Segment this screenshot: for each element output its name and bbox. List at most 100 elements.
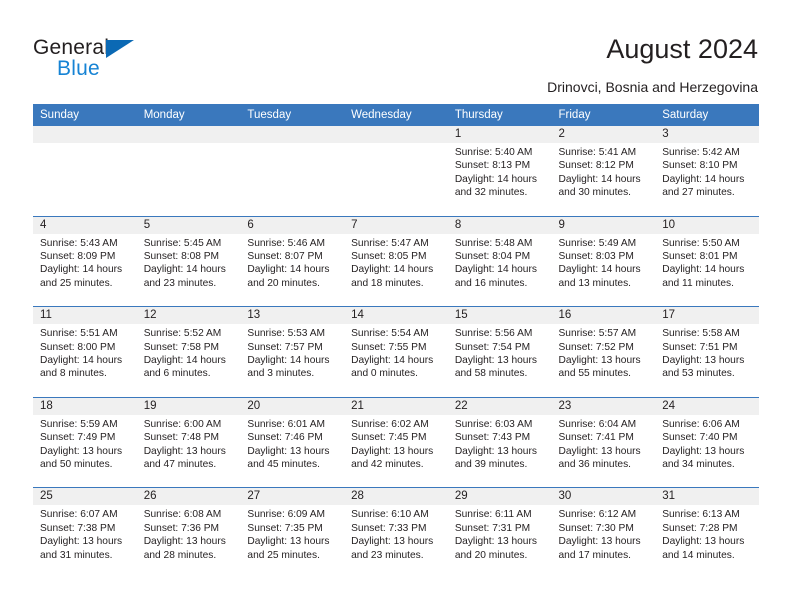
calendar-day-cell[interactable]: 23 Sunrise: 6:04 AM Sunset: 7:41 PM Dayligh… [551,396,656,488]
calendar-day-cell[interactable]: 17 Sunrise: 5:58 AM Sunset: 7:51 PM Dayligh… [655,306,759,398]
generalblue-logo[interactable]: General Blue [33,36,233,86]
calendar-day-cell[interactable]: 19 Sunrise: 6:00 AM Sunset: 7:48 PM Dayligh… [136,396,241,488]
logo-text-blue: Blue [57,57,100,80]
day-cell-inner: 29 Sunrise: 6:11 AM Sunset: 7:31 PM Dayligh… [447,488,552,578]
sunset-time: Sunset: 7:41 PM [558,432,634,444]
calendar-day-cell[interactable]: 15 Sunrise: 5:56 AM Sunset: 7:54 PM Dayligh… [447,306,552,398]
sunset-time: Sunset: 7:52 PM [558,341,634,353]
calendar-day-cell[interactable]: 30 Sunrise: 6:12 AM Sunset: 7:30 PM Dayligh… [551,487,656,578]
calendar-day-cell[interactable]: 10 Sunrise: 5:50 AM Sunset: 8:01 PM Dayligh… [655,215,759,307]
day-cell-details: Sunrise: 5:59 AM Sunset: 7:49 PM Daylight:… [33,415,137,472]
daylight-duration-line2: and 47 minutes. [143,459,217,470]
day-number: 27 [240,488,345,506]
daylight-duration-line1: Daylight: 14 hours [143,355,226,366]
sunrise-time: Sunrise: 5:48 AM [454,237,533,249]
daylight-duration-line2: and 14 minutes. [662,549,735,561]
sunset-time: Sunset: 7:35 PM [247,522,323,534]
calendar-day-cell[interactable]: 18 Sunrise: 5:59 AM Sunset: 7:49 PM Dayligh… [33,396,137,488]
daylight-duration-line2: and 25 minutes. [40,277,113,289]
calendar-day-cell[interactable]: 5 Sunrise: 5:45 AM Sunset: 8:08 PM Daylight… [136,215,241,307]
calendar-day-cell[interactable]: 20 Sunrise: 6:01 AM Sunset: 7:46 PM Dayligh… [240,396,345,488]
calendar-day-cell[interactable]: 1 Sunrise: 5:40 AM Sunset: 8:13 PM Daylight… [447,126,552,217]
day-cell-inner: 3 Sunrise: 5:42 AM Sunset: 8:10 PM Daylight… [655,126,759,216]
calendar-day-cell[interactable]: 22 Sunrise: 6:03 AM Sunset: 7:43 PM Dayligh… [447,396,552,488]
calendar-day-cell[interactable]: 24 Sunrise: 6:06 AM Sunset: 7:40 PM Dayligh… [655,396,759,488]
sunset-time: Sunset: 8:05 PM [351,251,427,262]
daylight-duration-line2: and 18 minutes. [351,277,424,289]
calendar-day-cell[interactable]: 9 Sunrise: 5:49 AM Sunset: 8:03 PM Daylight… [551,215,656,307]
sunset-time: Sunset: 8:12 PM [558,160,634,172]
calendar-week-row: 1 Sunrise: 5:40 AM Sunset: 8:13 PM Daylight… [33,126,759,217]
weekday-header-friday: Friday [551,104,656,126]
day-cell-inner: 18 Sunrise: 5:59 AM Sunset: 7:49 PM Dayligh… [33,397,137,488]
daylight-duration-line1: Daylight: 13 hours [558,536,641,548]
sunrise-time: Sunrise: 5:51 AM [40,328,118,340]
day-number: 22 [447,397,552,415]
day-number [344,126,448,143]
sunrise-time: Sunrise: 6:06 AM [662,418,740,430]
calendar-day-cell[interactable]: 28 Sunrise: 6:10 AM Sunset: 7:33 PM Dayligh… [344,487,448,578]
calendar-day-cell[interactable]: 25 Sunrise: 6:07 AM Sunset: 7:38 PM Dayligh… [33,487,137,578]
calendar-empty-cell [136,126,241,217]
daylight-duration-line2: and 25 minutes. [247,549,320,561]
day-number: 12 [136,307,241,325]
calendar-day-cell[interactable]: 11 Sunrise: 5:51 AM Sunset: 8:00 PM Dayligh… [33,306,137,398]
weekday-header-saturday: Saturday [655,104,759,126]
day-cell-details: Sunrise: 5:49 AM Sunset: 8:03 PM Daylight:… [552,234,656,291]
calendar-day-cell[interactable]: 16 Sunrise: 5:57 AM Sunset: 7:52 PM Dayligh… [551,306,656,398]
calendar-day-cell[interactable]: 31 Sunrise: 6:13 AM Sunset: 7:28 PM Dayligh… [655,487,759,578]
daylight-duration-line1: Daylight: 13 hours [454,536,537,548]
day-number: 28 [344,488,448,506]
day-cell-inner [344,126,448,216]
sunrise-time: Sunrise: 5:40 AM [454,147,533,158]
day-number: 4 [33,216,137,234]
daylight-duration-line1: Daylight: 13 hours [247,445,330,457]
calendar-day-cell[interactable]: 21 Sunrise: 6:02 AM Sunset: 7:45 PM Dayligh… [344,396,448,488]
daylight-duration-line2: and 27 minutes. [662,187,735,199]
day-number: 5 [136,216,241,234]
sunrise-time: Sunrise: 6:02 AM [351,418,429,430]
calendar-day-cell[interactable]: 29 Sunrise: 6:11 AM Sunset: 7:31 PM Dayligh… [447,487,552,578]
calendar-page: General Blue August 2024 Drinovci, Bosni… [0,0,792,612]
day-cell-details: Sunrise: 5:45 AM Sunset: 8:08 PM Daylight:… [137,234,241,291]
sunrise-time: Sunrise: 6:01 AM [247,418,325,430]
day-cell-inner [33,126,137,216]
daylight-duration-line2: and 32 minutes. [454,187,528,199]
calendar-day-cell[interactable]: 14 Sunrise: 5:54 AM Sunset: 7:55 PM Dayligh… [344,306,448,398]
calendar-day-cell[interactable]: 3 Sunrise: 5:42 AM Sunset: 8:10 PM Daylight… [655,126,759,217]
sunrise-time: Sunrise: 6:12 AM [558,509,637,521]
calendar-day-cell[interactable]: 4 Sunrise: 5:43 AM Sunset: 8:09 PM Daylight… [33,215,137,307]
sunset-time: Sunset: 7:30 PM [558,522,634,534]
day-number: 17 [655,307,759,325]
day-cell-inner: 30 Sunrise: 6:12 AM Sunset: 7:30 PM Dayligh… [551,488,656,578]
day-cell-details: Sunrise: 6:03 AM Sunset: 7:43 PM Daylight:… [448,415,552,472]
calendar-week-row: 4 Sunrise: 5:43 AM Sunset: 8:09 PM Daylight… [33,215,759,307]
day-cell-details: Sunrise: 6:10 AM Sunset: 7:33 PM Daylight:… [344,505,448,562]
sunset-time: Sunset: 7:28 PM [662,522,738,534]
daylight-duration-line1: Daylight: 14 hours [40,355,123,366]
day-number: 24 [655,397,759,415]
calendar-day-cell[interactable]: 12 Sunrise: 5:52 AM Sunset: 7:58 PM Dayligh… [136,306,241,398]
daylight-duration-line1: Daylight: 14 hours [247,355,330,366]
calendar-day-cell[interactable]: 2 Sunrise: 5:41 AM Sunset: 8:12 PM Daylight… [551,126,656,217]
calendar-day-cell[interactable]: 26 Sunrise: 6:08 AM Sunset: 7:36 PM Dayligh… [136,487,241,578]
day-number: 14 [344,307,448,325]
sunrise-time: Sunrise: 5:41 AM [558,147,637,158]
calendar-day-cell[interactable]: 8 Sunrise: 5:48 AM Sunset: 8:04 PM Daylight… [447,215,552,307]
page-title: August 2024 [606,34,758,64]
calendar-day-cell[interactable]: 7 Sunrise: 5:47 AM Sunset: 8:05 PM Daylight… [344,215,448,307]
calendar-weekday-header-row: Sunday Monday Tuesday Wednesday Thursday… [33,104,759,126]
calendar-week-row: 18 Sunrise: 5:59 AM Sunset: 7:49 PM Dayligh… [33,396,759,488]
day-cell-inner: 28 Sunrise: 6:10 AM Sunset: 7:33 PM Dayligh… [344,488,448,578]
daylight-duration-line1: Daylight: 13 hours [662,445,745,457]
sunset-time: Sunset: 8:00 PM [40,341,116,353]
calendar-day-cell[interactable]: 27 Sunrise: 6:09 AM Sunset: 7:35 PM Dayligh… [240,487,345,578]
calendar-day-cell[interactable]: 13 Sunrise: 5:53 AM Sunset: 7:57 PM Dayligh… [240,306,345,398]
calendar-empty-cell [344,126,448,217]
sunset-time: Sunset: 7:33 PM [351,522,427,534]
day-cell-details: Sunrise: 6:07 AM Sunset: 7:38 PM Daylight:… [33,505,137,562]
daylight-duration-line2: and 11 minutes. [662,277,734,289]
daylight-duration-line2: and 17 minutes. [558,549,632,561]
sunrise-time: Sunrise: 5:57 AM [558,328,637,340]
calendar-day-cell[interactable]: 6 Sunrise: 5:46 AM Sunset: 8:07 PM Daylight… [240,215,345,307]
